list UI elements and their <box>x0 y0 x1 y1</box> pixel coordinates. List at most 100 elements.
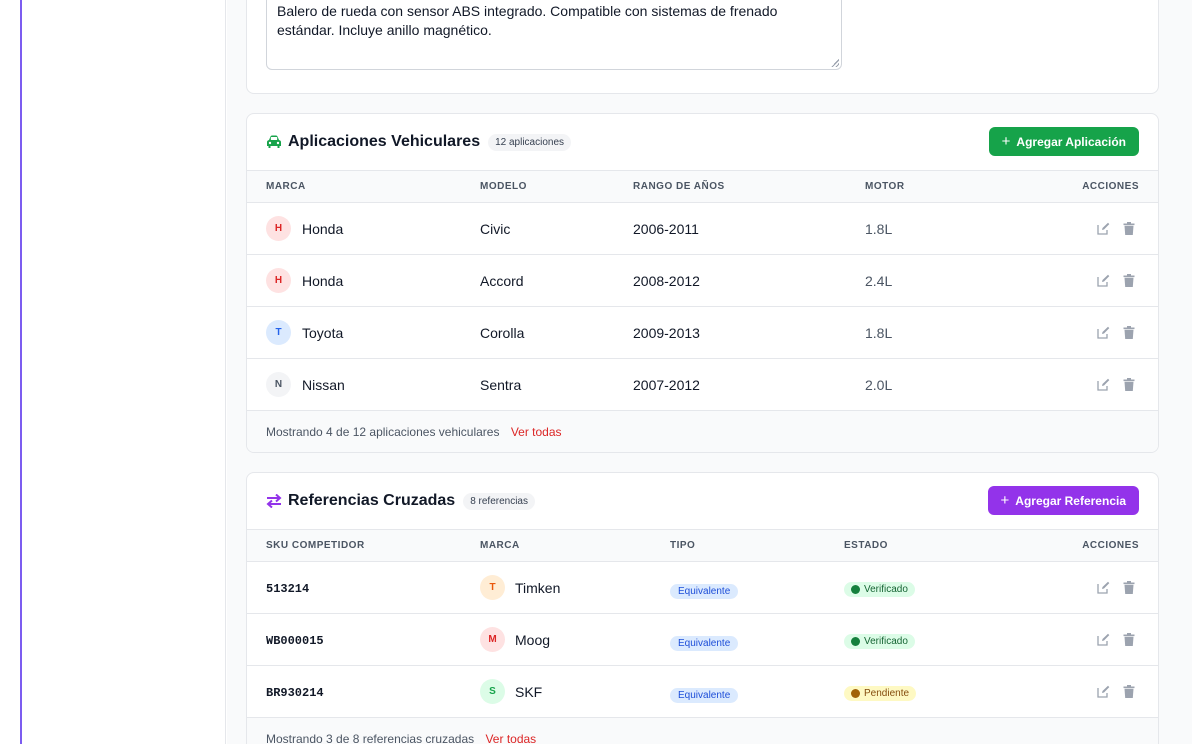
years-cell: 2006-2011 <box>633 221 699 237</box>
status-cell: Verificado <box>844 581 915 597</box>
trash-icon[interactable] <box>1121 377 1136 392</box>
status-cell: Pendiente <box>844 685 917 701</box>
col-header-engine: MOTOR <box>865 181 905 192</box>
sidebar <box>22 0 226 744</box>
brand-avatar: S <box>480 679 505 704</box>
table-row: T Toyota Corolla 2009-2013 1.8L <box>247 306 1158 358</box>
col-header-years: RANGO DE AÑOS <box>633 181 725 192</box>
sku-cell: WB000015 <box>266 634 324 648</box>
type-cell: Equivalente <box>670 581 739 599</box>
status-label: Verificado <box>864 636 908 647</box>
years-cell: 2007-2012 <box>633 377 700 393</box>
row-actions <box>1096 325 1136 340</box>
trash-icon[interactable] <box>1121 684 1136 699</box>
table-row: BR930214 S SKF Equivalente Pendiente <box>247 665 1158 717</box>
add-reference-label: Agregar Referencia <box>1015 493 1126 508</box>
applications-table-header: MARCA MODELO RANGO DE AÑOS MOTOR ACCIONE… <box>247 170 1158 202</box>
references-header: Referencias Cruzadas 8 referencias + Agr… <box>247 473 1158 529</box>
status-badge: Verificado <box>844 582 915 597</box>
edit-icon[interactable] <box>1096 221 1111 236</box>
plus-icon: + <box>1001 133 1011 150</box>
brand-avatar: N <box>266 372 291 397</box>
add-application-label: Agregar Aplicación <box>1016 134 1126 149</box>
table-row: 513214 T Timken Equivalente Verificado <box>247 561 1158 613</box>
view-all-applications-link[interactable]: Ver todas <box>511 425 562 439</box>
applications-title: Aplicaciones Vehiculares <box>288 133 481 150</box>
view-all-references-link[interactable]: Ver todas <box>485 732 536 744</box>
arrows-exchange-icon <box>266 493 282 509</box>
years-cell: 2009-2013 <box>633 325 700 341</box>
edit-icon[interactable] <box>1096 580 1111 595</box>
clock-icon <box>851 689 860 698</box>
table-row: N Nissan Sentra 2007-2012 2.0L <box>247 358 1158 410</box>
model-cell: Sentra <box>480 377 522 393</box>
references-table-header: SKU COMPETIDOR MARCA TIPO ESTADO ACCIONE… <box>247 529 1158 561</box>
model-cell: Civic <box>480 221 511 237</box>
brand-cell: SKF <box>515 684 543 700</box>
trash-icon[interactable] <box>1121 632 1136 647</box>
type-badge: Equivalente <box>670 584 739 599</box>
add-application-button[interactable]: + Agregar Aplicación <box>988 127 1139 156</box>
resize-grip-icon[interactable] <box>831 59 839 67</box>
status-cell: Verificado <box>844 633 915 649</box>
applications-footer: Mostrando 4 de 12 aplicaciones vehicular… <box>247 410 1158 452</box>
trash-icon[interactable] <box>1121 221 1136 236</box>
status-badge: Verificado <box>844 634 915 649</box>
edit-icon[interactable] <box>1096 273 1111 288</box>
brand-cell: Nissan <box>302 377 345 393</box>
col-header-sku: SKU COMPETIDOR <box>266 540 365 551</box>
table-row: H Honda Accord 2008-2012 2.4L <box>247 254 1158 306</box>
brand-avatar: H <box>266 216 291 241</box>
type-badge: Equivalente <box>670 688 739 703</box>
table-row: WB000015 M Moog Equivalente Verificado <box>247 613 1158 665</box>
row-actions <box>1096 377 1136 392</box>
edit-icon[interactable] <box>1096 325 1111 340</box>
applications-count-badge: 12 aplicaciones <box>488 133 572 151</box>
trash-icon[interactable] <box>1121 325 1136 340</box>
type-badge: Equivalente <box>670 636 739 651</box>
check-circle-icon <box>851 585 860 594</box>
brand-avatar: T <box>266 320 291 345</box>
references-footer-text: Mostrando 3 de 8 referencias cruzadas <box>266 732 475 744</box>
brand-avatar: T <box>480 575 505 600</box>
col-header-actions: ACCIONES <box>1082 540 1139 551</box>
edit-icon[interactable] <box>1096 377 1111 392</box>
main-content: Balero de rueda con sensor ABS integrado… <box>227 0 1192 744</box>
model-cell: Accord <box>480 273 524 289</box>
applications-header: Aplicaciones Vehiculares 12 aplicaciones… <box>247 114 1158 170</box>
status-label: Verificado <box>864 584 908 595</box>
plus-icon: + <box>1000 492 1010 509</box>
edit-icon[interactable] <box>1096 632 1111 647</box>
references-title: Referencias Cruzadas <box>288 492 456 509</box>
row-actions <box>1096 580 1136 595</box>
status-badge: Pendiente <box>844 686 917 701</box>
references-card: Referencias Cruzadas 8 referencias + Agr… <box>246 472 1159 744</box>
trash-icon[interactable] <box>1121 580 1136 595</box>
description-textarea[interactable]: Balero de rueda con sensor ABS integrado… <box>266 0 842 70</box>
col-header-actions: ACCIONES <box>1082 181 1139 192</box>
applications-footer-text: Mostrando 4 de 12 aplicaciones vehicular… <box>266 425 500 439</box>
col-header-model: MODELO <box>480 181 527 192</box>
brand-cell: Toyota <box>302 325 344 341</box>
table-row: H Honda Civic 2006-2011 1.8L <box>247 202 1158 254</box>
car-icon <box>266 134 282 150</box>
row-actions <box>1096 632 1136 647</box>
description-card: Balero de rueda con sensor ABS integrado… <box>246 0 1159 94</box>
sku-cell: 513214 <box>266 582 310 596</box>
status-label: Pendiente <box>864 688 910 699</box>
description-text: Balero de rueda con sensor ABS integrado… <box>277 3 778 38</box>
row-actions <box>1096 221 1136 236</box>
brand-cell: Honda <box>302 221 344 237</box>
col-header-brand: MARCA <box>266 181 306 192</box>
references-count-badge: 8 referencias <box>463 492 535 510</box>
check-circle-icon <box>851 637 860 646</box>
brand-cell: Honda <box>302 273 344 289</box>
edit-icon[interactable] <box>1096 684 1111 699</box>
brand-avatar: H <box>266 268 291 293</box>
sku-cell: BR930214 <box>266 686 324 700</box>
add-reference-button[interactable]: + Agregar Referencia <box>987 486 1139 515</box>
engine-cell: 2.4L <box>865 273 893 289</box>
col-header-status: ESTADO <box>844 540 888 551</box>
brand-cell: Moog <box>515 632 551 648</box>
trash-icon[interactable] <box>1121 273 1136 288</box>
